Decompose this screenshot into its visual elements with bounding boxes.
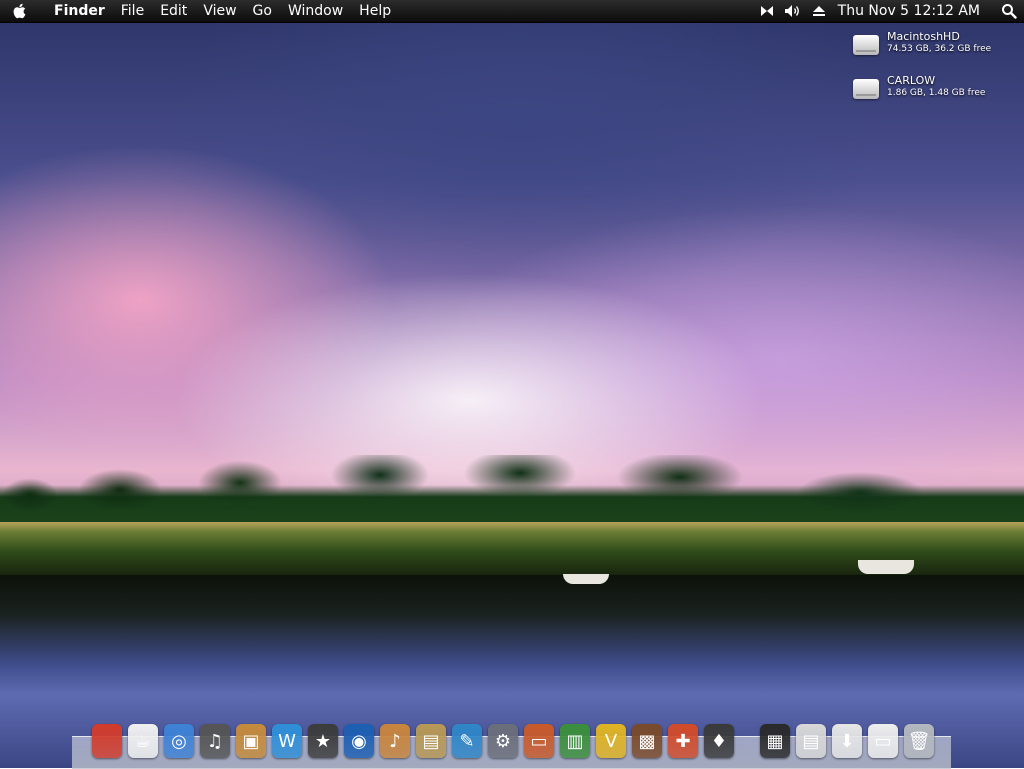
eject-icon[interactable] <box>806 0 832 22</box>
imovie-star-icon[interactable]: ★ <box>308 724 338 758</box>
clapperboard-icon[interactable]: ▦ <box>760 724 790 758</box>
yellow-v-icon[interactable]: V <box>596 724 626 758</box>
drive-info: 1.86 GB, 1.48 GB free <box>887 88 986 98</box>
stuffit-box-icon[interactable]: ▩ <box>632 724 662 758</box>
feather-icon[interactable]: ✎ <box>452 724 482 758</box>
menu-file[interactable]: File <box>113 0 152 22</box>
menu-bar-left: Finder File Edit View Go Window Help <box>0 0 399 22</box>
menu-bar: Finder File Edit View Go Window Help Thu… <box>0 0 1024 23</box>
desktop-drive-macintoshhd[interactable]: MacintoshHD 74.53 GB, 36.2 GB free <box>853 30 1018 62</box>
menu-go[interactable]: Go <box>245 0 280 22</box>
garageband-guitar-icon[interactable]: ♪ <box>380 724 410 758</box>
drive-name: CARLOW <box>887 74 936 87</box>
headphones-icon[interactable]: ♫ <box>200 724 230 758</box>
drive-info: 74.53 GB, 36.2 GB free <box>887 44 992 54</box>
menu-app-name[interactable]: Finder <box>40 0 113 22</box>
numbers-chart-icon[interactable]: ▥ <box>560 724 590 758</box>
drive-label: CARLOW 1.86 GB, 1.48 GB free <box>887 74 985 100</box>
drive-name: MacintoshHD <box>887 30 960 43</box>
menu-view[interactable]: View <box>195 0 244 22</box>
stuff-folder-icon[interactable]: ▤ <box>796 724 826 758</box>
menu-edit[interactable]: Edit <box>152 0 195 22</box>
preview-icon[interactable]: ▤ <box>416 724 446 758</box>
menu-clock[interactable]: Thu Nov 5 12:12 AM <box>832 0 994 22</box>
safari-compass-icon[interactable]: ◎ <box>164 724 194 758</box>
downloads-folder-icon[interactable]: ⬇ <box>832 724 862 758</box>
coffee-cup-icon[interactable]: ☕ <box>128 724 158 758</box>
keynote-icon[interactable]: ▭ <box>524 724 554 758</box>
wallpaper-treeline <box>0 455 1024 530</box>
document-stack-icon[interactable]: ▭ <box>868 724 898 758</box>
hard-drive-icon <box>853 35 879 55</box>
menu-bar-right: Thu Nov 5 12:12 AM <box>754 0 1024 22</box>
desktop-drive-carlow[interactable]: CARLOW 1.86 GB, 1.48 GB free <box>853 74 1018 106</box>
trash-icon[interactable]: 🗑 <box>904 724 934 758</box>
menu-help[interactable]: Help <box>351 0 399 22</box>
wallpaper-boat <box>858 560 914 574</box>
dock: ☕ ◎ ♫ ▣ W ★ ◉ ♪ ▤ ✎ ⚙ ▭ ▥ V ▩ ✚ ♦ ▦ ▤ ⬇ ▭ 🗑 <box>92 718 934 758</box>
menu-window[interactable]: Window <box>280 0 351 22</box>
external-drive-icon <box>853 79 879 99</box>
drive-label: MacintoshHD 74.53 GB, 36.2 GB free <box>887 30 991 56</box>
iphoto-icon[interactable]: ▣ <box>236 724 266 758</box>
apple-menu-icon[interactable] <box>0 0 40 22</box>
dvd-icon[interactable]: ◉ <box>344 724 374 758</box>
wallpaper-boat <box>563 574 609 584</box>
wave-w-icon[interactable]: W <box>272 724 302 758</box>
volume-icon[interactable] <box>780 0 806 22</box>
system-preferences-icon[interactable]: ⚙ <box>488 724 518 758</box>
launcher-icon[interactable]: ✚ <box>668 724 698 758</box>
lamp-icon[interactable]: ♦ <box>704 724 734 758</box>
spotlight-search-icon[interactable] <box>994 0 1024 22</box>
bluetooth-icon[interactable] <box>754 0 780 22</box>
apple-icon[interactable] <box>92 724 122 758</box>
